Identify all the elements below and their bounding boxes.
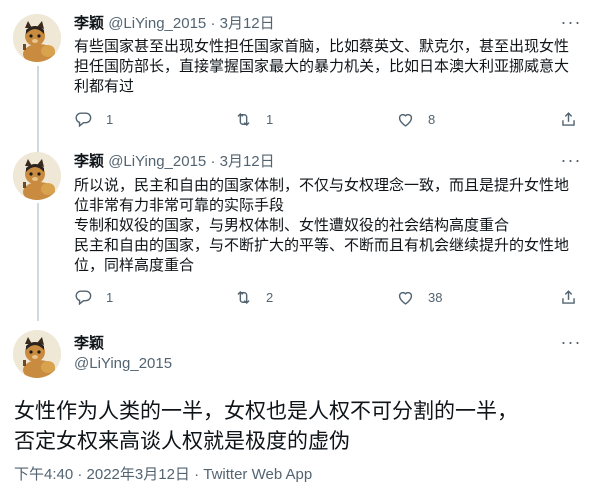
- like-count: 38: [428, 289, 443, 305]
- tweet-text-line: 利都有过: [74, 78, 135, 95]
- retweet-button[interactable]: 1: [234, 109, 273, 129]
- share-icon: [562, 111, 575, 126]
- tweet[interactable]: 李颖 @LiYing_2015 · 3月12日 ··· 有些国家甚至出现女性担任…: [0, 0, 601, 148]
- share-icon: [562, 289, 575, 304]
- tweet-text: 所以说，民主和自由的国家体制，不仅与女权理念一致，而且是提升女性地 位非常有力非…: [74, 176, 584, 276]
- tweet-text-line: 担任国防部长，直接掌握国家最大的暴力机关，比如日本澳大利亚挪威意大: [74, 58, 570, 75]
- like-button[interactable]: 38: [396, 287, 442, 307]
- author-handle[interactable]: @LiYing_2015: [108, 15, 206, 32]
- author-handle[interactable]: @LiYing_2015: [74, 354, 172, 374]
- like-button[interactable]: 8: [396, 109, 435, 129]
- retweet-button[interactable]: 2: [234, 287, 273, 307]
- heart-icon: [398, 113, 413, 127]
- more-icon[interactable]: ···: [560, 151, 582, 174]
- reply-button[interactable]: 1: [74, 109, 113, 129]
- author-handle[interactable]: @LiYing_2015: [108, 153, 206, 170]
- avatar[interactable]: [13, 14, 61, 62]
- retweet-icon: [237, 290, 250, 304]
- author-name[interactable]: 李颖: [74, 334, 104, 354]
- separator-dot: ·: [210, 153, 216, 170]
- separator-dot: ·: [210, 15, 216, 32]
- avatar[interactable]: [13, 152, 61, 200]
- tweet-text-line: 专制和奴役的国家，与男权体制、女性遭奴役的社会结构高度重合: [74, 217, 510, 234]
- tweet-text-line: 民主和自由的国家，与不断扩大的平等、不断而且有机会继续提升的女性地: [74, 237, 570, 254]
- share-button[interactable]: [559, 109, 578, 129]
- retweet-count: 2: [266, 289, 274, 305]
- reply-count: 1: [106, 111, 114, 127]
- tweet-text: 有些国家甚至出现女性担任国家首脑，比如蔡英文、默克尔，甚至出现女性 担任国防部长…: [74, 37, 584, 97]
- tweet-header: 李颖 @LiYing_2015 · 3月12日: [74, 14, 275, 34]
- tweet-date[interactable]: 3月12日: [220, 15, 275, 32]
- author-name[interactable]: 李颖: [74, 15, 104, 32]
- tweet-actions: 1 1 8: [74, 109, 586, 129]
- tweet-text-line: 有些国家甚至出现女性担任国家首脑，比如蔡英文、默克尔，甚至出现女性: [74, 38, 570, 55]
- like-count: 8: [428, 111, 436, 127]
- author-name[interactable]: 李颖: [74, 153, 104, 170]
- reply-icon: [75, 289, 92, 305]
- tweet-text-line: 位，同样高度重合: [74, 257, 195, 274]
- tweet-date[interactable]: 3月12日: [220, 153, 275, 170]
- heart-icon: [398, 291, 413, 305]
- reply-button[interactable]: 1: [74, 287, 113, 307]
- more-icon[interactable]: ···: [560, 13, 582, 36]
- focused-tweet-text: 女性作为人类的一半，女权也是人权不可分割的一半， 否定女权来高谈人权就是极度的虚…: [14, 396, 589, 456]
- tweet-text-line: 否定女权来高谈人权就是极度的虚伪: [14, 429, 350, 453]
- tweet[interactable]: 李颖 @LiYing_2015 · 3月12日 ··· 所以说，民主和自由的国家…: [0, 140, 601, 320]
- tweet-timestamp[interactable]: 下午4:40 · 2022年3月12日 · Twitter Web App: [14, 465, 312, 485]
- tweet-header: 李颖 @LiYing_2015 · 3月12日: [74, 152, 275, 172]
- more-icon[interactable]: ···: [560, 333, 582, 356]
- retweet-count: 1: [266, 111, 274, 127]
- reply-count: 1: [106, 289, 114, 305]
- tweet-actions: 1 2 38: [74, 287, 586, 307]
- tweet-text-line: 女性作为人类的一半，女权也是人权不可分割的一半，: [14, 399, 518, 423]
- tweet-text-line: 位非常有力非常可靠的实际手段: [74, 197, 285, 214]
- avatar[interactable]: [13, 330, 61, 378]
- reply-icon: [75, 111, 92, 127]
- tweet-text-line: 所以说，民主和自由的国家体制，不仅与女权理念一致，而且是提升女性地: [74, 177, 570, 194]
- share-button[interactable]: [559, 287, 578, 307]
- retweet-icon: [237, 112, 250, 126]
